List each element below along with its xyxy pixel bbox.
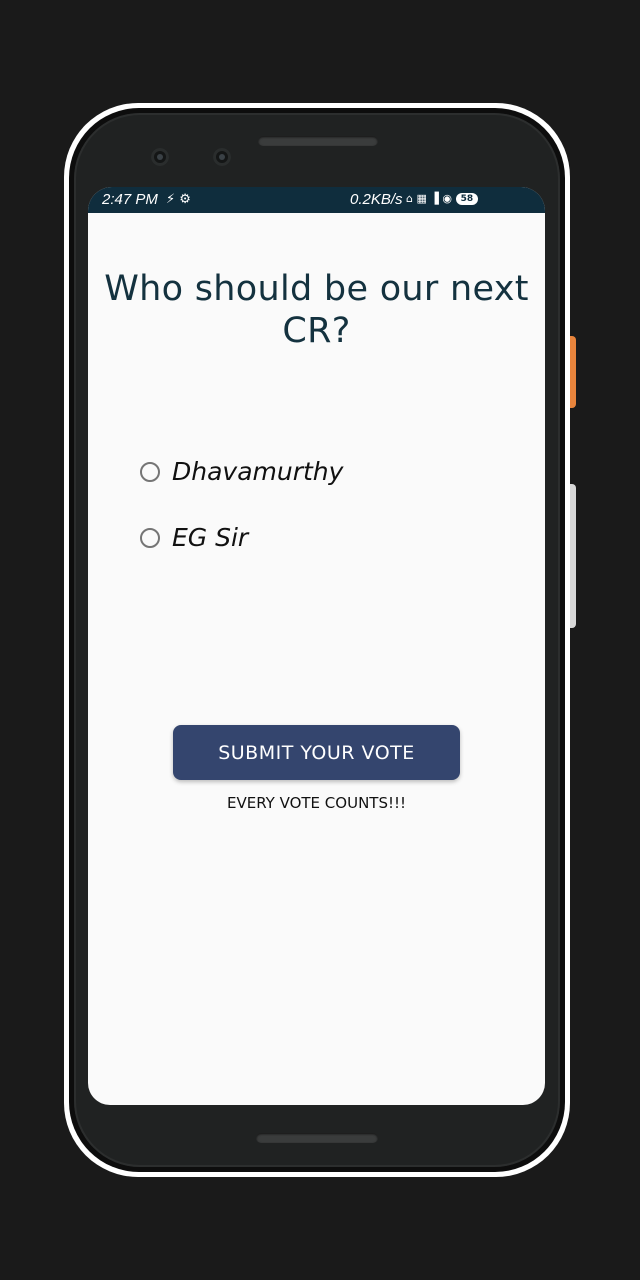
status-time: 2:47 PM [102,191,158,208]
poll-question: Who should be our next CR? [104,269,529,352]
volume-button [570,484,576,628]
earpiece-speaker [258,136,378,146]
radio-button[interactable] [140,461,160,482]
option-dhavamurthy[interactable]: Dhavamurthy [140,457,343,486]
power-button [570,336,576,408]
status-system-icons: ⌂ ▦ ▐ ◉ 58 [406,192,478,205]
device-stage: 2:47 PM ⚡ ⚙ 0.2KB/s ⌂ ▦ ▐ ◉ 58 Who shoul… [0,0,640,1280]
status-notification-icons: ⚡ ⚙ [166,192,191,207]
submit-vote-button[interactable]: SUBMIT YOUR VOTE [173,725,460,780]
app-screen: 2:47 PM ⚡ ⚙ 0.2KB/s ⌂ ▦ ▐ ◉ 58 Who shoul… [88,187,545,1105]
option-label: Dhavamurthy [172,457,344,486]
radio-button[interactable] [140,527,160,548]
status-bar: 2:47 PM ⚡ ⚙ 0.2KB/s ⌂ ▦ ▐ ◉ 58 [88,187,545,213]
bottom-speaker [256,1133,378,1143]
front-camera-icon [151,148,169,166]
option-eg-sir[interactable]: EG Sir [140,523,248,552]
signal-icons: ⌂ ▦ ▐ ◉ [406,192,452,205]
front-sensor-icon [213,148,231,166]
vote-tagline: EVERY VOTE COUNTS!!! [226,794,407,812]
battery-icon: 58 [455,192,478,205]
option-label: EG Sir [172,523,249,552]
network-speed: 0.2KB/s [350,191,403,208]
